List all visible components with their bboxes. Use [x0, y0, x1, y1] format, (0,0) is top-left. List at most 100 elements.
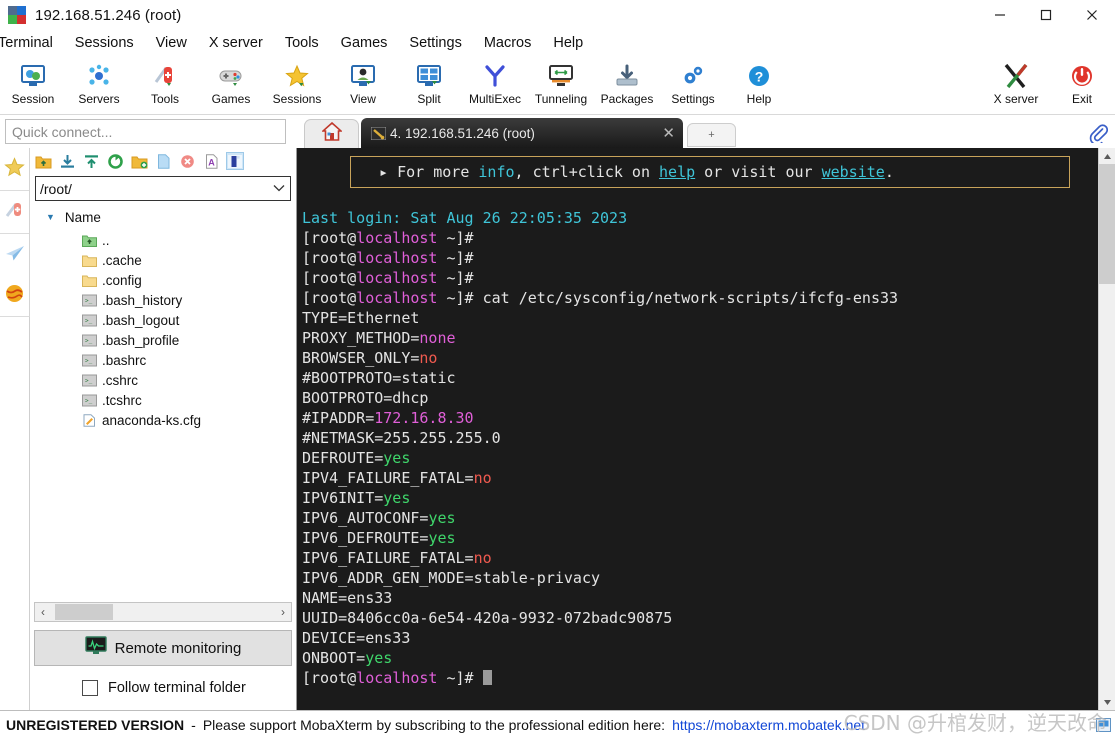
toolbar-multiexec[interactable]: MultiExec — [462, 58, 528, 106]
terminal-info-banner: ▸ For more info, ctrl+click on help or v… — [350, 156, 1070, 188]
file-list-item[interactable]: >_ .bash_profile — [30, 330, 296, 350]
monitor-graph-icon — [84, 636, 107, 660]
file-name: .bash_profile — [102, 332, 180, 348]
terminal-text: UUID=8406cc0a-6e54-420a-9932-072badc9087… — [302, 609, 673, 627]
scroll-right-arrow[interactable]: › — [275, 606, 291, 618]
upload-icon[interactable] — [82, 152, 100, 170]
file-name: .cache — [102, 252, 142, 268]
scroll-down-arrow[interactable] — [1103, 694, 1112, 710]
file-list-item[interactable]: .cache — [30, 250, 296, 270]
new-folder-icon[interactable] — [130, 152, 148, 170]
toolbar-sessions[interactable]: Sessions — [264, 58, 330, 106]
toolbar-tunneling[interactable]: Tunneling — [528, 58, 594, 106]
terminal-text: #NETMASK=255.255.255.0 — [302, 429, 501, 447]
svg-text:>_: >_ — [85, 377, 93, 384]
menu-sessions[interactable]: Sessions — [64, 33, 145, 53]
toolbar-games[interactable]: Games — [198, 58, 264, 106]
binary-mode-icon[interactable] — [226, 152, 244, 170]
toolbar-settings[interactable]: Settings — [660, 58, 726, 106]
terminal-text: . — [884, 163, 894, 181]
terminal-line: IPV6_FAILURE_FATAL=no — [302, 548, 1098, 568]
download-icon[interactable] — [58, 152, 76, 170]
file-list-item[interactable]: .config — [30, 270, 296, 290]
toolbar-exit[interactable]: Exit — [1049, 58, 1115, 106]
new-tab-button[interactable]: + — [687, 123, 736, 147]
menu-games[interactable]: Games — [330, 33, 399, 53]
file-list-item[interactable]: >_ .bash_history — [30, 290, 296, 310]
terminal-output[interactable]: ▸ For more info, ctrl+click on help or v… — [297, 148, 1098, 710]
menu-x-server[interactable]: X server — [198, 33, 274, 53]
menu-settings[interactable]: Settings — [398, 33, 472, 53]
file-list-item[interactable]: >_ .bash_logout — [30, 310, 296, 330]
toolbar-packages[interactable]: Packages — [594, 58, 660, 106]
paperclip-icon[interactable] — [1088, 123, 1109, 148]
file-list-item[interactable]: >_ .bashrc — [30, 350, 296, 370]
tab-strip: 4. 192.168.51.246 (root) ✕ + — [291, 115, 1115, 148]
toolbar-x-server[interactable]: X server — [983, 58, 1049, 106]
file-list-item[interactable]: .. — [30, 230, 296, 250]
follow-terminal-checkbox[interactable] — [82, 680, 98, 696]
menu-help[interactable]: Help — [542, 33, 594, 53]
scroll-up-arrow[interactable] — [1103, 148, 1112, 164]
rail-sftp-send[interactable] — [0, 234, 29, 276]
text-mode-icon[interactable]: A — [202, 152, 220, 170]
file-list-item[interactable]: anaconda-ks.cfg — [30, 410, 296, 430]
toolbar-help[interactable]: ? Help — [726, 58, 792, 106]
terminal-text[interactable]: website — [822, 163, 885, 181]
split-grid-icon — [416, 61, 442, 91]
tab-close-icon[interactable]: ✕ — [644, 126, 675, 141]
scroll-track[interactable] — [1099, 164, 1115, 694]
terminal-text: ~]# — [437, 269, 474, 287]
menu-view[interactable]: View — [145, 33, 198, 53]
terminal-tab-active[interactable]: 4. 192.168.51.246 (root) ✕ — [361, 118, 683, 148]
terminal-cursor — [482, 670, 492, 685]
status-end-icon — [1096, 717, 1111, 732]
sftp-file-list[interactable]: .. .cache .config >_ .bash_history >_ .bash_lo… — [30, 229, 296, 602]
sftp-column-header[interactable]: ▼ Name — [30, 205, 296, 229]
terminal-text: yes — [383, 449, 411, 467]
delete-icon[interactable] — [178, 152, 196, 170]
scroll-left-arrow[interactable]: ‹ — [35, 606, 51, 618]
toolbar-label: Split — [417, 92, 441, 106]
terminal-text[interactable]: help — [659, 163, 695, 181]
refresh-icon[interactable] — [106, 152, 124, 170]
toolbar-label: Sessions — [272, 92, 322, 106]
toolbar-servers[interactable]: Servers — [66, 58, 132, 106]
quick-connect-input[interactable] — [5, 119, 286, 144]
file-list-item[interactable]: >_ .cshrc — [30, 370, 296, 390]
menu-tools[interactable]: Tools — [274, 33, 330, 53]
rail-tools[interactable] — [0, 191, 29, 234]
parent-folder-icon[interactable] — [34, 152, 52, 170]
toolbar-view[interactable]: View — [330, 58, 396, 106]
home-tab[interactable] — [304, 119, 359, 148]
sftp-path-field[interactable]: /root/ — [35, 176, 291, 201]
terminal-text: IPV6_AUTOCONF= — [302, 509, 429, 527]
multiexec-fork-icon — [482, 61, 508, 91]
sftp-hscrollbar[interactable]: ‹ › — [34, 602, 292, 622]
toolbar-label: Servers — [78, 92, 120, 106]
toolbar-split[interactable]: Split — [396, 58, 462, 106]
terminal-text: no — [473, 469, 492, 487]
rail-favorites[interactable] — [0, 148, 29, 191]
menu-bar: Terminal Sessions View X server Tools Games Se… — [0, 30, 1115, 56]
file-list-item[interactable]: >_ .tcshrc — [30, 390, 296, 410]
rail-globe[interactable] — [0, 276, 29, 316]
chevron-down-icon[interactable] — [272, 180, 286, 198]
menu-macros[interactable]: Macros — [473, 33, 543, 53]
menu-terminal[interactable]: Terminal — [0, 33, 64, 53]
follow-terminal-folder-row[interactable]: Follow terminal folder — [30, 666, 296, 710]
scroll-thumb[interactable] — [55, 604, 113, 620]
close-button[interactable] — [1069, 0, 1115, 30]
toolbar-session[interactable]: Session — [0, 58, 66, 106]
folder-icon — [82, 253, 97, 267]
maximize-button[interactable] — [1023, 0, 1069, 30]
toolbar-tools[interactable]: Tools — [132, 58, 198, 106]
terminal-scrollbar[interactable] — [1098, 148, 1115, 710]
terminal-text: BROWSER_ONLY= — [302, 349, 420, 367]
minimize-button[interactable] — [977, 0, 1023, 30]
scroll-thumb[interactable] — [1099, 164, 1115, 284]
script-file-icon: >_ — [82, 353, 97, 367]
mobaxterm-link[interactable]: https://mobaxterm.mobatek.net — [672, 717, 865, 733]
new-file-icon[interactable] — [154, 152, 172, 170]
remote-monitoring-button[interactable]: Remote monitoring — [34, 630, 292, 666]
